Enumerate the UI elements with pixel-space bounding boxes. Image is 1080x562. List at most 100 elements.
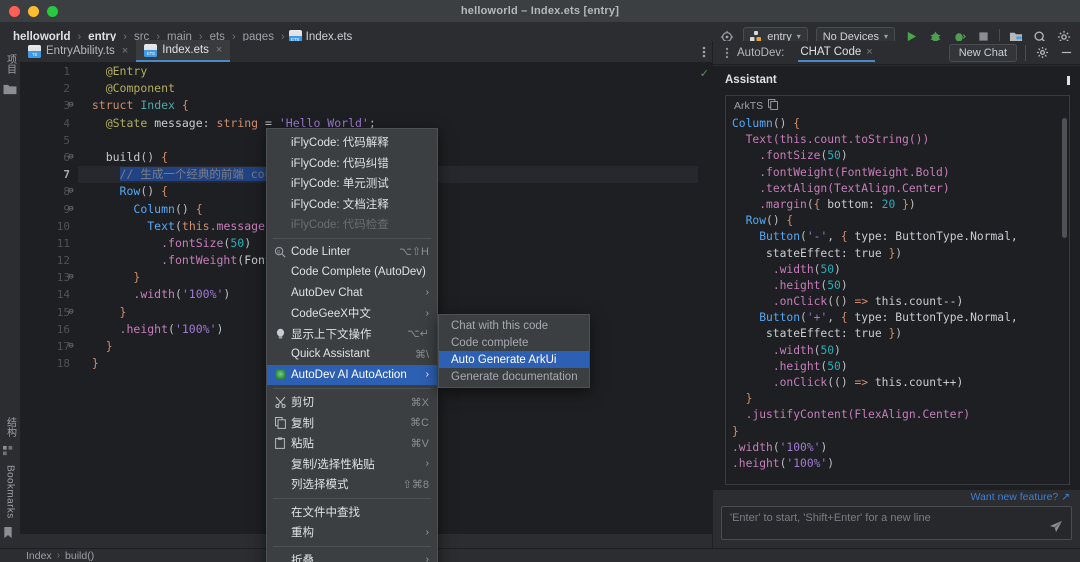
fold-toggle-icon[interactable]: ⊖ [66, 269, 76, 286]
code-block-content: Column() { Text(this.count.toString()) .… [726, 115, 1069, 472]
code-token: { [841, 230, 848, 243]
chat-input[interactable]: 'Enter' to start, 'Shift+Enter' for a ne… [721, 506, 1072, 540]
sidebar-item-bookmarks[interactable]: Bookmarks [5, 462, 16, 522]
code-block-scrollbar[interactable] [1062, 118, 1067, 238]
code-token [732, 133, 746, 146]
menu-item[interactable]: CodeGeeX中文› [267, 303, 437, 324]
submenu-item[interactable]: Chat with this code [439, 317, 589, 334]
menu-item[interactable]: AutoDev Chat› [267, 283, 437, 304]
code-token: 50 [230, 236, 244, 250]
code-token [78, 219, 147, 233]
submenu-item-label: Auto Generate ArkUi [451, 354, 581, 366]
gear-icon[interactable] [1034, 45, 1050, 61]
status-breadcrumb-method[interactable]: build() [65, 550, 94, 562]
code-token: type: ButtonType.Normal, [848, 311, 1018, 324]
menu-item[interactable]: 折叠› [267, 550, 437, 562]
tab-chat-code-label: CHAT Code [800, 46, 861, 58]
code-token: .fontSize [161, 236, 223, 250]
code-token [78, 356, 92, 370]
menu-item-shortcut: ⌘X [411, 396, 429, 409]
sidebar-item-project[interactable]: 项目 [3, 51, 18, 78]
code-line[interactable]: @Entry [78, 63, 712, 80]
structure-icon[interactable] [3, 444, 17, 458]
code-line[interactable]: @Component [78, 80, 712, 97]
menu-item[interactable]: iFlyCode: 代码纠错 [267, 153, 437, 174]
menu-item-label: Code Linter [291, 246, 389, 258]
fold-toggle-icon[interactable]: ⊖ [66, 304, 76, 321]
menu-item[interactable]: 在文件中查找 [267, 502, 437, 523]
assistant-code-block[interactable]: ArkTS Column() { Text(this.count.toStrin… [725, 95, 1070, 485]
code-token: this.count--) [868, 295, 963, 308]
code-block-header: ArkTS [726, 96, 1069, 115]
close-icon[interactable]: × [866, 46, 872, 58]
fold-toggle-icon[interactable]: ⊖ [66, 338, 76, 355]
menu-item[interactable]: 复制⌘C [267, 413, 437, 434]
fold-toggle-icon[interactable]: ⊖ [66, 183, 76, 200]
code-token: this [182, 219, 210, 233]
menu-separator [273, 388, 431, 389]
fold-toggle-icon[interactable]: ⊖ [66, 97, 76, 114]
code-token [78, 253, 161, 267]
menu-item[interactable]: 显示上下文操作⌥↵ [267, 324, 437, 345]
more-vertical-icon[interactable] [702, 45, 712, 62]
folder-icon[interactable] [3, 82, 17, 96]
menu-item[interactable]: AutoDev AI AutoAction› [267, 365, 437, 386]
more-vertical-icon[interactable] [723, 45, 731, 61]
code-token: '100%' [786, 457, 827, 470]
menu-item[interactable]: iFlyCode: 文档注释 [267, 194, 437, 215]
editor-gutter[interactable]: 123⊖456⊖78⊖9⊖10111213⊖1415⊖1617⊖18 [20, 63, 78, 534]
code-line[interactable]: struct Index { [78, 97, 712, 114]
menu-item[interactable]: iFlyCode: 单元测试 [267, 173, 437, 194]
code-token: .message [210, 219, 265, 233]
code-token: .justifyContent(FlexAlign.Center) [746, 408, 970, 421]
submenu-item[interactable]: Generate documentation [439, 368, 589, 385]
tab-chat-code[interactable]: CHAT Code × [798, 43, 874, 62]
menu-item[interactable]: 复制/选择性粘贴› [267, 454, 437, 475]
menu-item[interactable]: Quick Assistant⌘\ [267, 344, 437, 365]
menu-item[interactable]: QCode Linter⌥⇧H [267, 242, 437, 263]
code-token: ) [820, 441, 827, 454]
menu-item[interactable]: 重构› [267, 522, 437, 543]
autodev-ai-autoaction-submenu[interactable]: Chat with this codeCode complete Auto Gen… [438, 314, 590, 388]
menu-item[interactable]: 粘贴⌘V [267, 433, 437, 454]
code-token: .height [120, 322, 168, 336]
submenu-item[interactable]: Code complete [439, 334, 589, 351]
code-token: ( [168, 322, 175, 336]
tab-index-ets[interactable]: Index.ets × [136, 40, 230, 62]
code-token: 50 [820, 344, 834, 357]
menu-item[interactable]: 列选择模式⇧⌘8 [267, 474, 437, 495]
bookmark-icon[interactable] [3, 526, 17, 540]
code-token: ) [909, 198, 916, 211]
ets-file-icon [144, 44, 157, 57]
submenu-item[interactable]: Auto Generate ArkUi [439, 351, 589, 368]
code-token: { [161, 150, 168, 164]
menu-item[interactable]: iFlyCode: 代码解释 [267, 132, 437, 153]
status-breadcrumb-struct[interactable]: Index [0, 550, 52, 562]
sidebar-item-structure[interactable]: 结构 [3, 414, 18, 441]
chat-code-line: .onClick(() => this.count--) [732, 294, 1069, 310]
menu-item[interactable]: 剪切⌘X [267, 392, 437, 413]
new-chat-button[interactable]: New Chat [949, 44, 1017, 62]
minimize-icon[interactable] [1058, 45, 1074, 61]
want-new-feature-link[interactable]: Want new feature? ↗ [713, 490, 1080, 506]
fold-toggle-icon[interactable]: ⊖ [66, 149, 76, 166]
menu-item-label: Quick Assistant [291, 348, 405, 360]
code-token: ) [827, 457, 834, 470]
code-token: } [106, 339, 113, 353]
close-icon[interactable]: × [122, 45, 128, 57]
menu-item-label: 折叠 [291, 552, 418, 562]
autodev-chat-panel: AutoDev: CHAT Code × New Chat Assistant [712, 41, 1080, 548]
tab-label: Index.ets [162, 44, 209, 56]
chat-code-line: .margin({ bottom: 20 }) [732, 197, 1069, 213]
close-icon[interactable]: × [216, 44, 222, 56]
editor-context-menu[interactable]: iFlyCode: 代码解释iFlyCode: 代码纠错iFlyCode: 单元… [266, 128, 438, 562]
code-token: } [902, 198, 909, 211]
code-token: ) [834, 263, 841, 276]
send-icon[interactable] [1049, 520, 1063, 536]
copy-icon[interactable] [768, 99, 778, 113]
menu-item[interactable]: Code Complete (AutoDev) [267, 262, 437, 283]
fold-toggle-icon[interactable]: ⊖ [66, 201, 76, 218]
chat-code-line: } [732, 424, 1069, 440]
tab-entryability-ts[interactable]: EntryAbility.ts × [20, 40, 136, 62]
chat-input-placeholder: 'Enter' to start, 'Shift+Enter' for a ne… [730, 512, 931, 524]
